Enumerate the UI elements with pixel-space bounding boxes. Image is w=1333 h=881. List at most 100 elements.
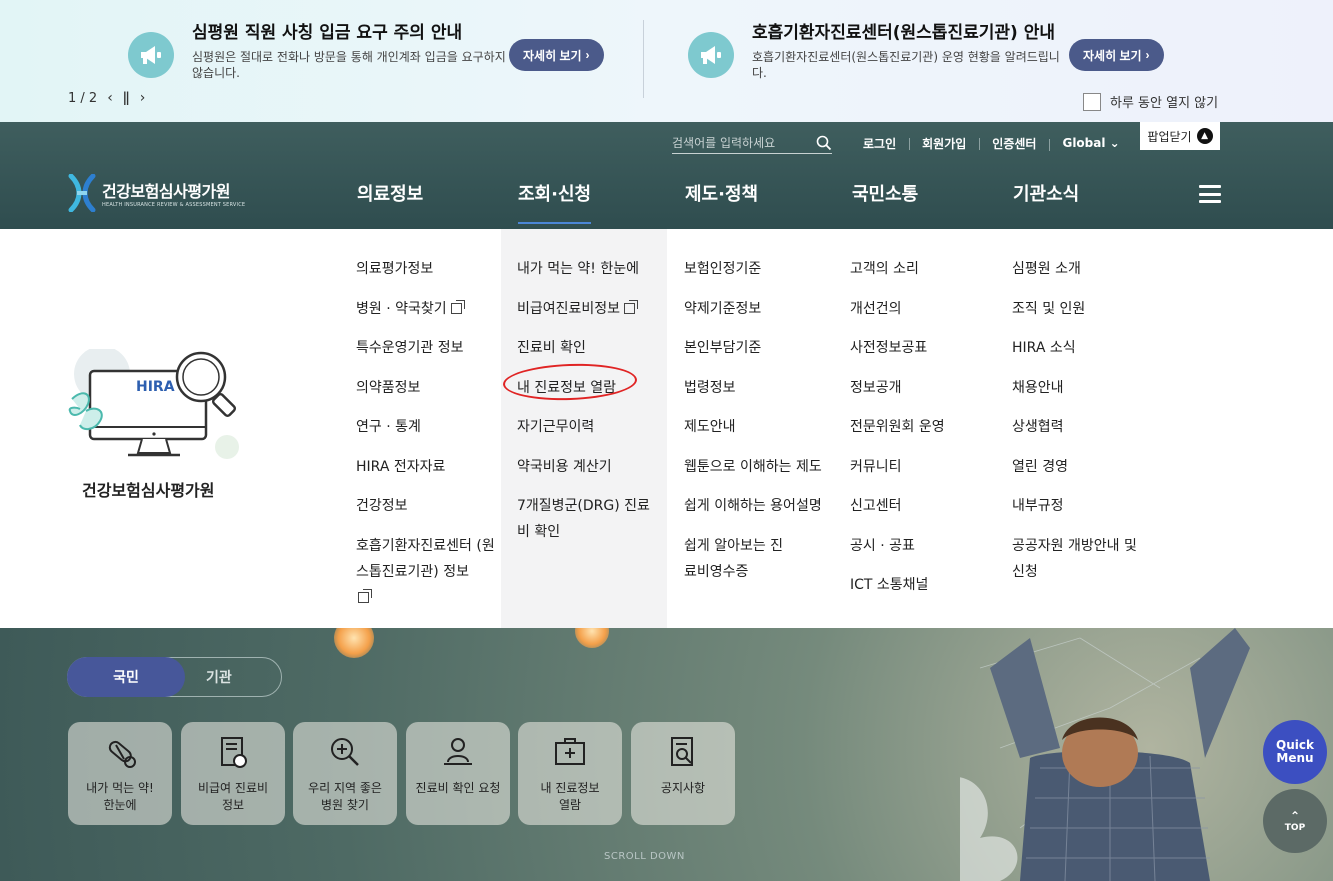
submenu-item[interactable]: 상생협력 bbox=[1012, 414, 1152, 440]
login-link[interactable]: 로그인 bbox=[850, 135, 909, 152]
submenu-item[interactable]: ICT 소통채널 bbox=[850, 572, 990, 598]
notice-more-label: 자세히 보기 bbox=[523, 48, 582, 63]
quick-link-my-medicine[interactable]: 내가 먹는 약! 한눈에 bbox=[68, 722, 172, 825]
submenu-item[interactable]: 호흡기환자진료센터 (원스톱진료기관) 정보 bbox=[356, 533, 496, 611]
scroll-down-indicator[interactable]: SCROLL DOWN bbox=[604, 851, 685, 862]
submenu-item[interactable]: 공시 · 공표 bbox=[850, 533, 990, 559]
notice-divider bbox=[643, 20, 644, 98]
quick-link-label: 내 진료정보 열람 bbox=[540, 781, 600, 812]
toggle-citizen[interactable]: 국민 bbox=[67, 657, 185, 697]
submenu-item[interactable]: 의약품정보 bbox=[356, 375, 496, 401]
notice-title: 심평원 직원 사칭 입금 요구 주의 안내 bbox=[192, 23, 463, 43]
main-nav: 의료정보 조회·신청 제도·정책 국민소통 기관소식 bbox=[0, 180, 1333, 224]
submenu-item[interactable]: 약제기준정보 bbox=[684, 296, 834, 322]
submenu-item[interactable]: 건강정보 bbox=[356, 493, 496, 519]
hero-section: 국민 기관 내가 먹는 약! 한눈에 비급여 진료비 정보 우리 지역 좋은 병… bbox=[0, 628, 1333, 881]
scroll-top-button[interactable]: ⌃ TOP bbox=[1263, 789, 1327, 853]
nav-agency-news[interactable]: 기관소식 bbox=[1013, 180, 1079, 206]
notice-more-button[interactable]: 자세히 보기 › bbox=[509, 39, 604, 71]
submenu-item[interactable]: 조직 및 인원 bbox=[1012, 296, 1152, 322]
submenu-col-medical-info: 의료평가정보 병원 · 약국찾기 특수운영기관 정보 의약품정보 연구 · 통계… bbox=[356, 256, 496, 624]
chevron-right-icon[interactable]: › bbox=[140, 90, 146, 106]
pause-icon[interactable]: ǁ bbox=[123, 90, 130, 106]
quick-link-notice[interactable]: 공지사항 bbox=[631, 722, 735, 825]
search-input[interactable]: 검색어를 입력하세요 bbox=[672, 132, 832, 154]
submenu-item[interactable]: 웹툰으로 이해하는 제도 bbox=[684, 454, 834, 480]
submenu-item[interactable]: 의료평가정보 bbox=[356, 256, 496, 282]
submenu-item[interactable]: 개선건의 bbox=[850, 296, 990, 322]
close-popup-label: 팝업닫기 bbox=[1147, 129, 1192, 144]
notice-document-icon bbox=[671, 737, 693, 766]
submenu-item[interactable]: 제도안내 bbox=[684, 414, 834, 440]
quick-link-find-hospital[interactable]: 우리 지역 좋은 병원 찾기 bbox=[293, 722, 397, 825]
submenu-item[interactable]: 비급여진료비정보 bbox=[517, 296, 659, 322]
submenu-item[interactable]: 신고센터 bbox=[850, 493, 990, 519]
popup-pager: 1 / 2 ‹ ǁ › bbox=[68, 90, 145, 106]
quick-menu-button[interactable]: Quick Menu bbox=[1263, 720, 1327, 784]
submenu-col-agency-news: 심평원 소개 조직 및 인원 HIRA 소식 채용안내 상생협력 열린 경영 내… bbox=[1012, 256, 1152, 598]
notice-desc: 심평원은 절대로 전화나 방문을 통해 개인계좌 입금을 요구하지 않습니다. bbox=[192, 50, 506, 80]
site-header: 검색어를 입력하세요 로그인 회원가입 인증센터 Global ⌄ 건강보험심사… bbox=[0, 122, 1333, 229]
submenu-item[interactable]: 심평원 소개 bbox=[1012, 256, 1152, 282]
submenu-item[interactable]: 전문위원회 운영 bbox=[850, 414, 990, 440]
chevron-up-icon: ⌃ bbox=[1289, 809, 1301, 823]
signup-link[interactable]: 회원가입 bbox=[909, 135, 979, 152]
nav-citizen-comm[interactable]: 국민소통 bbox=[852, 180, 918, 206]
quick-link-cost-check[interactable]: 진료비 확인 요청 bbox=[406, 722, 510, 825]
quick-link-label: 내가 먹는 약! 한눈에 bbox=[86, 781, 154, 812]
submenu-item[interactable]: HIRA 전자자료 bbox=[356, 454, 496, 480]
chevron-left-icon[interactable]: ‹ bbox=[107, 90, 113, 106]
nav-medical-info[interactable]: 의료정보 bbox=[357, 180, 423, 206]
submenu-item[interactable]: 7개질병군(DRG) 진료비 확인 bbox=[517, 493, 659, 545]
submenu-item[interactable]: 본인부담기준 bbox=[684, 335, 834, 361]
quick-link-label: 진료비 확인 요청 bbox=[415, 781, 501, 795]
notice-more-button[interactable]: 자세히 보기 › bbox=[1069, 39, 1164, 71]
toggle-agency[interactable]: 기관 bbox=[206, 658, 232, 696]
quick-link-label: 비급여 진료비 정보 bbox=[197, 781, 269, 812]
submenu-item[interactable]: 쉽게 이해하는 용어설명 bbox=[684, 493, 834, 519]
submenu-item[interactable]: 자기근무이력 bbox=[517, 414, 659, 440]
submenu-col-system-policy: 보험인정기준 약제기준정보 본인부담기준 법령정보 제도안내 웹툰으로 이해하는… bbox=[684, 256, 834, 598]
chevron-right-icon: › bbox=[1145, 48, 1150, 62]
quick-link-my-medical-info[interactable]: 내 진료정보 열람 bbox=[518, 722, 622, 825]
submenu-item[interactable]: 고객의 소리 bbox=[850, 256, 990, 282]
search-icon[interactable] bbox=[816, 135, 832, 151]
dropdown-brand-illustration: HIRA 건강보험심사평가원 bbox=[62, 346, 252, 509]
global-dropdown[interactable]: Global ⌄ bbox=[1049, 136, 1132, 151]
global-label: Global bbox=[1062, 136, 1106, 150]
submenu-item[interactable]: 쉽게 알아보는 진료비영수증 bbox=[684, 533, 784, 585]
cert-center-link[interactable]: 인증센터 bbox=[979, 135, 1049, 152]
magnifier-plus-icon bbox=[331, 738, 359, 766]
chevron-right-icon: › bbox=[585, 48, 590, 62]
submenu-item[interactable]: 사전정보공표 bbox=[850, 335, 990, 361]
submenu-item[interactable]: 내가 먹는 약! 한눈에 bbox=[517, 256, 659, 282]
submenu-item[interactable]: 특수운영기관 정보 bbox=[356, 335, 496, 361]
submenu-item[interactable]: 커뮤니티 bbox=[850, 454, 990, 480]
submenu-item[interactable]: 열린 경영 bbox=[1012, 454, 1152, 480]
submenu-item[interactable]: 법령정보 bbox=[684, 375, 834, 401]
audience-toggle: 국민 기관 bbox=[67, 657, 282, 697]
submenu-item[interactable]: 공공자원 개방안내 및 신청 bbox=[1012, 533, 1152, 585]
submenu-item[interactable]: 연구 · 통계 bbox=[356, 414, 496, 440]
notice-item: 호흡기환자진료센터(원스톱진료기관) 안내 호흡기환자진료센터(원스톱진료기관)… bbox=[688, 18, 1168, 88]
submenu-item[interactable]: 보험인정기준 bbox=[684, 256, 834, 282]
submenu-item[interactable]: 채용안내 bbox=[1012, 375, 1152, 401]
quick-link-non-covered[interactable]: 비급여 진료비 정보 bbox=[181, 722, 285, 825]
submenu-item[interactable]: 정보공개 bbox=[850, 375, 990, 401]
close-popup-button[interactable]: 팝업닫기 ▲ bbox=[1140, 122, 1220, 150]
submenu-col-inquiry-apply: 내가 먹는 약! 한눈에 비급여진료비정보 진료비 확인 내 진료정보 열람 자… bbox=[517, 256, 659, 559]
nav-system-policy[interactable]: 제도·정책 bbox=[685, 180, 758, 206]
submenu-item[interactable]: HIRA 소식 bbox=[1012, 335, 1152, 361]
dont-show-checkbox[interactable] bbox=[1083, 92, 1101, 111]
quick-link-label: 우리 지역 좋은 병원 찾기 bbox=[308, 781, 382, 812]
submenu-item[interactable]: 약국비용 계산기 bbox=[517, 454, 659, 480]
medical-kit-icon bbox=[555, 738, 585, 765]
person-desk-icon bbox=[444, 738, 472, 765]
submenu-item[interactable]: 진료비 확인 bbox=[517, 335, 659, 361]
nav-inquiry-apply[interactable]: 조회·신청 bbox=[518, 180, 592, 224]
quick-menu-label: Quick Menu bbox=[1276, 738, 1314, 765]
submenu-item[interactable]: 내부규정 bbox=[1012, 493, 1152, 519]
dont-show-today[interactable]: 하루 동안 열지 않기 bbox=[1083, 92, 1218, 111]
hamburger-menu-icon[interactable] bbox=[1199, 185, 1221, 203]
submenu-item[interactable]: 병원 · 약국찾기 bbox=[356, 296, 496, 322]
